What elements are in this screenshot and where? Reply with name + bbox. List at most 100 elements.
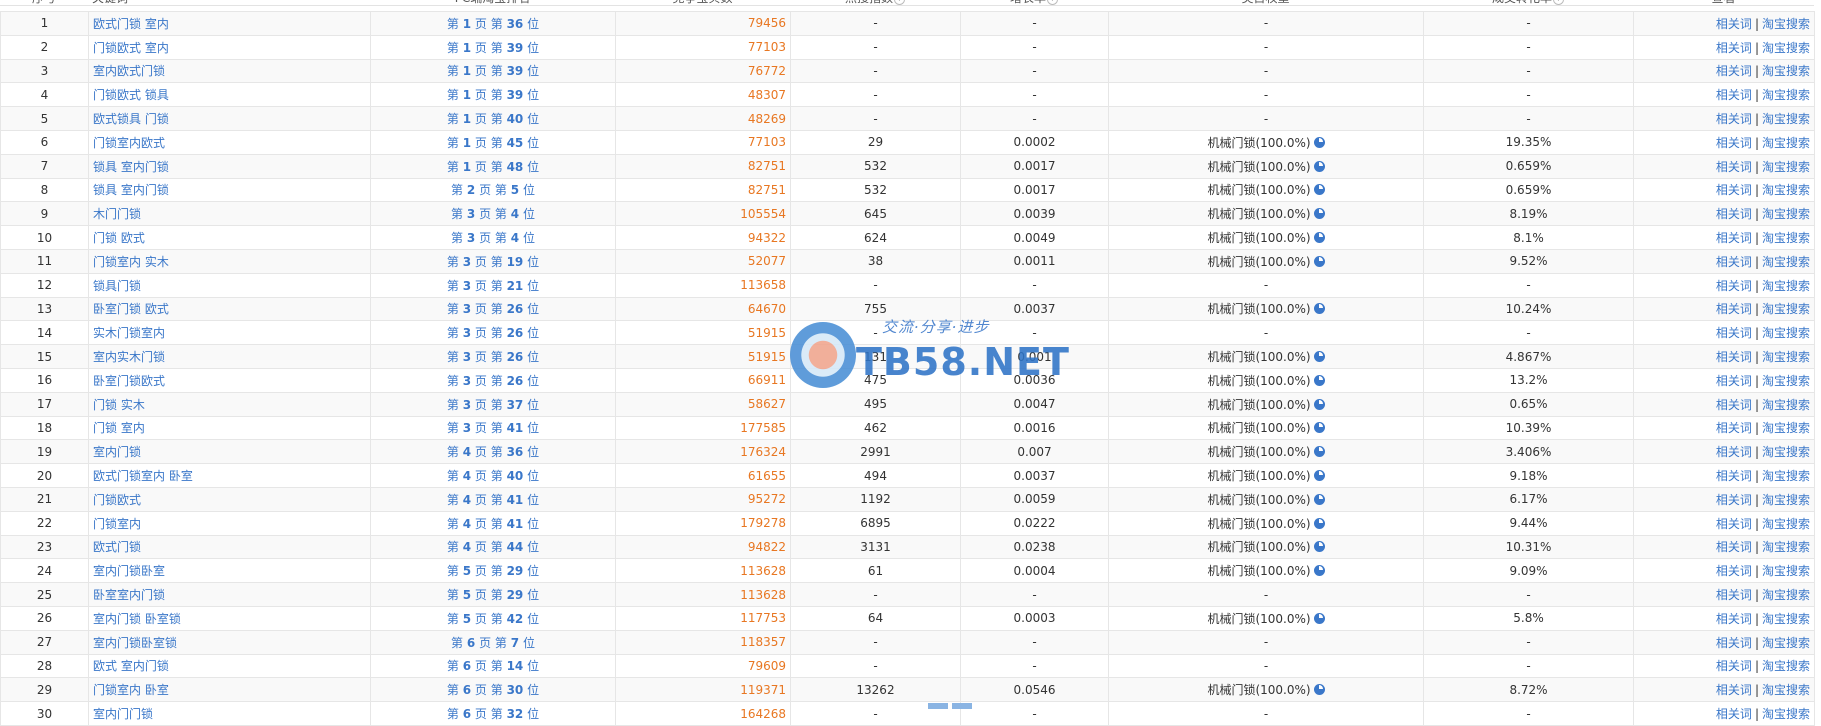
taobao-search-link[interactable]: 淘宝搜索 <box>1762 17 1810 31</box>
keyword-link[interactable]: 欧式门锁 <box>93 540 141 554</box>
taobao-search-link[interactable]: 淘宝搜索 <box>1762 160 1810 174</box>
taobao-search-link[interactable]: 淘宝搜索 <box>1762 493 1810 507</box>
keyword-link[interactable]: 室内门锁 <box>93 445 141 459</box>
keyword-link[interactable]: 室内门门锁 <box>93 707 153 721</box>
taobao-search-link[interactable]: 淘宝搜索 <box>1762 421 1810 435</box>
taobao-search-link[interactable]: 淘宝搜索 <box>1762 207 1810 221</box>
related-words-link[interactable]: 相关词 <box>1716 17 1752 31</box>
taobao-search-link[interactable]: 淘宝搜索 <box>1762 279 1810 293</box>
taobao-search-link[interactable]: 淘宝搜索 <box>1762 683 1810 697</box>
taobao-search-link[interactable]: 淘宝搜索 <box>1762 540 1810 554</box>
keyword-link[interactable]: 室内门锁卧室 <box>93 564 165 578</box>
keyword-link[interactable]: 锁具 室内门锁 <box>93 183 169 197</box>
keyword-link[interactable]: 卧室门锁 欧式 <box>93 302 169 316</box>
taobao-search-link[interactable]: 淘宝搜索 <box>1762 469 1810 483</box>
keyword-link[interactable]: 门锁 欧式 <box>93 231 145 245</box>
keyword-link[interactable]: 门锁 室内 <box>93 421 145 435</box>
related-words-link[interactable]: 相关词 <box>1716 136 1752 150</box>
related-words-link[interactable]: 相关词 <box>1716 231 1752 245</box>
taobao-search-link[interactable]: 淘宝搜索 <box>1762 564 1810 578</box>
pie-chart-icon[interactable] <box>1313 160 1325 172</box>
taobao-search-link[interactable]: 淘宝搜索 <box>1762 374 1810 388</box>
keyword-link[interactable]: 实木门锁室内 <box>93 326 165 340</box>
keyword-link[interactable]: 木门门锁 <box>93 207 141 221</box>
related-words-link[interactable]: 相关词 <box>1716 326 1752 340</box>
keyword-link[interactable]: 欧式锁具 门锁 <box>93 112 169 126</box>
taobao-search-link[interactable]: 淘宝搜索 <box>1762 517 1810 531</box>
related-words-link[interactable]: 相关词 <box>1716 112 1752 126</box>
related-words-link[interactable]: 相关词 <box>1716 659 1752 673</box>
pie-chart-icon[interactable] <box>1313 446 1325 458</box>
taobao-search-link[interactable]: 淘宝搜索 <box>1762 326 1810 340</box>
related-words-link[interactable]: 相关词 <box>1716 160 1752 174</box>
taobao-search-link[interactable]: 淘宝搜索 <box>1762 231 1810 245</box>
question-circle-icon[interactable]: ? <box>1047 0 1058 5</box>
pie-chart-icon[interactable] <box>1313 303 1325 315</box>
related-words-link[interactable]: 相关词 <box>1716 255 1752 269</box>
keyword-link[interactable]: 卧室室内门锁 <box>93 588 165 602</box>
pie-chart-icon[interactable] <box>1313 470 1325 482</box>
related-words-link[interactable]: 相关词 <box>1716 350 1752 364</box>
pie-chart-icon[interactable] <box>1313 398 1325 410</box>
taobao-search-link[interactable]: 淘宝搜索 <box>1762 302 1810 316</box>
question-circle-icon[interactable]: ? <box>1553 0 1564 5</box>
pie-chart-icon[interactable] <box>1313 541 1325 553</box>
keyword-link[interactable]: 门锁欧式 <box>93 493 141 507</box>
taobao-search-link[interactable]: 淘宝搜索 <box>1762 112 1810 126</box>
related-words-link[interactable]: 相关词 <box>1716 540 1752 554</box>
related-words-link[interactable]: 相关词 <box>1716 88 1752 102</box>
pie-chart-icon[interactable] <box>1313 232 1325 244</box>
taobao-search-link[interactable]: 淘宝搜索 <box>1762 136 1810 150</box>
keyword-link[interactable]: 卧室门锁欧式 <box>93 374 165 388</box>
related-words-link[interactable]: 相关词 <box>1716 207 1752 221</box>
related-words-link[interactable]: 相关词 <box>1716 41 1752 55</box>
related-words-link[interactable]: 相关词 <box>1716 374 1752 388</box>
pie-chart-icon[interactable] <box>1313 517 1325 529</box>
pagination-next-sliver[interactable] <box>952 703 972 709</box>
taobao-search-link[interactable]: 淘宝搜索 <box>1762 588 1810 602</box>
taobao-search-link[interactable]: 淘宝搜索 <box>1762 255 1810 269</box>
taobao-search-link[interactable]: 淘宝搜索 <box>1762 636 1810 650</box>
taobao-search-link[interactable]: 淘宝搜索 <box>1762 659 1810 673</box>
taobao-search-link[interactable]: 淘宝搜索 <box>1762 41 1810 55</box>
keyword-link[interactable]: 门锁室内 卧室 <box>93 683 169 697</box>
pie-chart-icon[interactable] <box>1313 136 1325 148</box>
pie-chart-icon[interactable] <box>1313 255 1325 267</box>
pie-chart-icon[interactable] <box>1313 374 1325 386</box>
keyword-link[interactable]: 室内门锁卧室锁 <box>93 636 177 650</box>
related-words-link[interactable]: 相关词 <box>1716 683 1752 697</box>
pie-chart-icon[interactable] <box>1313 184 1325 196</box>
related-words-link[interactable]: 相关词 <box>1716 588 1752 602</box>
keyword-link[interactable]: 欧式门锁室内 卧室 <box>93 469 193 483</box>
taobao-search-link[interactable]: 淘宝搜索 <box>1762 612 1810 626</box>
keyword-link[interactable]: 锁具 室内门锁 <box>93 160 169 174</box>
pie-chart-icon[interactable] <box>1313 351 1325 363</box>
pagination-prev-sliver[interactable] <box>928 703 948 709</box>
related-words-link[interactable]: 相关词 <box>1716 398 1752 412</box>
keyword-link[interactable]: 门锁室内 实木 <box>93 255 169 269</box>
pie-chart-icon[interactable] <box>1313 565 1325 577</box>
taobao-search-link[interactable]: 淘宝搜索 <box>1762 445 1810 459</box>
keyword-link[interactable]: 门锁 实木 <box>93 398 145 412</box>
pie-chart-icon[interactable] <box>1313 612 1325 624</box>
pie-chart-icon[interactable] <box>1313 208 1325 220</box>
pie-chart-icon[interactable] <box>1313 684 1325 696</box>
related-words-link[interactable]: 相关词 <box>1716 302 1752 316</box>
keyword-link[interactable]: 门锁室内欧式 <box>93 136 165 150</box>
related-words-link[interactable]: 相关词 <box>1716 636 1752 650</box>
related-words-link[interactable]: 相关词 <box>1716 469 1752 483</box>
taobao-search-link[interactable]: 淘宝搜索 <box>1762 707 1810 721</box>
taobao-search-link[interactable]: 淘宝搜索 <box>1762 183 1810 197</box>
pie-chart-icon[interactable] <box>1313 493 1325 505</box>
related-words-link[interactable]: 相关词 <box>1716 564 1752 578</box>
keyword-link[interactable]: 门锁欧式 锁具 <box>93 88 169 102</box>
related-words-link[interactable]: 相关词 <box>1716 279 1752 293</box>
keyword-link[interactable]: 室内实木门锁 <box>93 350 165 364</box>
taobao-search-link[interactable]: 淘宝搜索 <box>1762 350 1810 364</box>
taobao-search-link[interactable]: 淘宝搜索 <box>1762 398 1810 412</box>
keyword-link[interactable]: 欧式 室内门锁 <box>93 659 169 673</box>
related-words-link[interactable]: 相关词 <box>1716 421 1752 435</box>
related-words-link[interactable]: 相关词 <box>1716 707 1752 721</box>
pie-chart-icon[interactable] <box>1313 422 1325 434</box>
keyword-link[interactable]: 门锁室内 <box>93 517 141 531</box>
